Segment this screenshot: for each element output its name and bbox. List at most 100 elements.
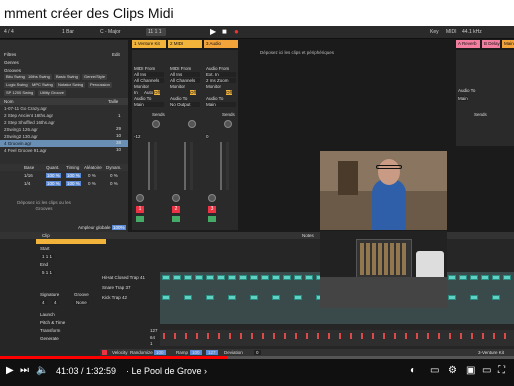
solo-button[interactable] — [208, 216, 216, 222]
velocity-bar[interactable] — [471, 333, 473, 339]
quantize-menu[interactable]: 1 Bar — [62, 26, 74, 38]
edit-button[interactable]: Edit — [112, 52, 120, 57]
tag-chip[interactable]: Notator Swing — [56, 82, 86, 88]
signature-denominator[interactable]: 4 — [52, 300, 59, 305]
velocity-bar[interactable] — [207, 333, 209, 339]
velocity-lane[interactable]: 127 64 1 — [150, 328, 514, 346]
midi-note[interactable] — [294, 295, 302, 300]
midi-note[interactable] — [162, 275, 170, 280]
velocity-bar[interactable] — [427, 333, 429, 339]
velocity-bar[interactable] — [482, 333, 484, 339]
midi-note[interactable] — [228, 275, 236, 280]
play-icon[interactable]: ▶ — [6, 356, 14, 386]
midi-from-select[interactable]: All Ins — [170, 72, 200, 77]
velocity-bar[interactable] — [460, 333, 462, 339]
velocity-bar[interactable] — [383, 333, 385, 339]
channel-select[interactable]: All Channels — [170, 78, 200, 83]
groove-pool-row[interactable]: 1/16 100 % 100 % 0 % 0 % — [4, 173, 126, 179]
pan-knob[interactable] — [172, 194, 180, 202]
midi-note[interactable] — [481, 275, 489, 280]
velocity-bar[interactable] — [416, 333, 418, 339]
velocity-bar[interactable] — [284, 333, 286, 339]
tag-chip[interactable]: Bitu Swing — [4, 74, 27, 80]
velocity-bar[interactable] — [306, 333, 308, 339]
velocity-bar[interactable] — [262, 333, 264, 339]
midi-note[interactable] — [492, 275, 500, 280]
midi-note[interactable] — [250, 295, 258, 300]
generate-panel-toggle[interactable]: Generate — [40, 336, 59, 341]
send-knob[interactable] — [152, 120, 160, 128]
track-activator[interactable]: 1 — [136, 206, 144, 213]
list-item[interactable]: 4 Feel Groove 91.agr — [0, 147, 128, 154]
autoplay-toggle-icon[interactable]: ◐ — [410, 356, 416, 386]
fullscreen-icon[interactable]: ⛶ — [498, 356, 505, 386]
settings-icon[interactable]: ⚙ — [448, 356, 457, 386]
velocity-bar[interactable] — [295, 333, 297, 339]
volume-fader[interactable] — [184, 142, 186, 190]
channel-select[interactable]: All Channels — [134, 78, 164, 83]
list-item[interactable]: 2Swing2 130.agr — [0, 133, 128, 140]
send-knob[interactable] — [188, 120, 196, 128]
velocity-bar[interactable] — [185, 333, 187, 339]
arrangement-position[interactable]: 11 1 1 — [146, 28, 166, 36]
midi-note[interactable] — [239, 275, 247, 280]
velocity-bar[interactable] — [449, 333, 451, 339]
tag-chip[interactable]: MPC Swing — [30, 82, 55, 88]
column-size[interactable]: Taille — [108, 99, 118, 104]
midi-note[interactable] — [272, 275, 280, 280]
midi-note[interactable] — [173, 275, 181, 280]
velocity-bar[interactable] — [273, 333, 275, 339]
input-channel-select[interactable]: 2 ms Zoom — [206, 78, 236, 83]
midi-note[interactable] — [448, 295, 456, 300]
next-icon[interactable]: ⏭ — [20, 356, 29, 386]
track-activator[interactable]: 3 — [208, 206, 216, 213]
scale-menu[interactable]: C - Major — [100, 26, 121, 38]
midi-note[interactable] — [305, 275, 313, 280]
midi-note[interactable] — [459, 275, 467, 280]
monitor-off-button[interactable]: Off — [154, 90, 160, 95]
midi-note[interactable] — [184, 295, 192, 300]
volume-fader[interactable] — [148, 142, 150, 190]
midi-note[interactable] — [503, 275, 511, 280]
velocity-bar[interactable] — [317, 333, 319, 339]
monitor-off-button[interactable]: Off — [190, 90, 196, 95]
theater-icon[interactable]: ▭ — [482, 356, 491, 386]
send-knob[interactable] — [224, 120, 232, 128]
column-name[interactable]: Nom — [4, 99, 14, 104]
solo-button[interactable] — [136, 216, 144, 222]
list-item[interactable]: 1-07-11 Go Crazy.agr — [0, 105, 128, 112]
genres-label[interactable]: Genres — [4, 60, 19, 65]
tag-chip[interactable]: Percussion — [88, 82, 112, 88]
velocity-bar[interactable] — [350, 333, 352, 339]
pan-knob[interactable] — [208, 194, 216, 202]
grooves-label[interactable]: Grooves — [4, 68, 21, 73]
tag-chip[interactable]: Logic Swing — [4, 82, 30, 88]
midi-from-select[interactable]: All Ins — [134, 72, 164, 77]
velocity-bar[interactable] — [339, 333, 341, 339]
time-signature[interactable]: 4 / 4 — [4, 26, 14, 38]
velocity-bar[interactable] — [163, 333, 165, 339]
clip-end-value[interactable]: 5 1 1 — [40, 270, 55, 275]
midi-note[interactable] — [250, 275, 258, 280]
chapter-title[interactable]: · Le Pool de Grove › — [126, 356, 207, 386]
velocity-bar[interactable] — [361, 333, 363, 339]
return-track-header[interactable]: A Reverb — [456, 40, 480, 48]
notes-tab[interactable]: Notes — [302, 233, 314, 238]
randomize-button[interactable]: Randomize — [130, 350, 153, 355]
audio-from-select[interactable]: Ext. In — [206, 72, 236, 77]
groove-pool-row[interactable]: 1/4 100 % 100 % 0 % 0 % — [4, 181, 126, 187]
velocity-bar[interactable] — [405, 333, 407, 339]
midi-note[interactable] — [228, 295, 236, 300]
velocity-toggle[interactable] — [102, 350, 107, 355]
midi-note[interactable] — [206, 275, 214, 280]
volume-icon[interactable]: 🔈 — [36, 356, 48, 386]
list-item-selected[interactable]: 4 Groovin.agr — [0, 140, 128, 147]
monitor-auto-button[interactable]: Auto — [144, 90, 153, 95]
midi-note[interactable] — [184, 275, 192, 280]
velocity-bar[interactable] — [174, 333, 176, 339]
track-header[interactable]: 1 Venture Kit — [132, 40, 166, 48]
velocity-bar[interactable] — [493, 333, 495, 339]
midi-note[interactable] — [272, 295, 280, 300]
solo-button[interactable] — [172, 216, 180, 222]
monitor-in-button[interactable]: In — [134, 90, 138, 95]
